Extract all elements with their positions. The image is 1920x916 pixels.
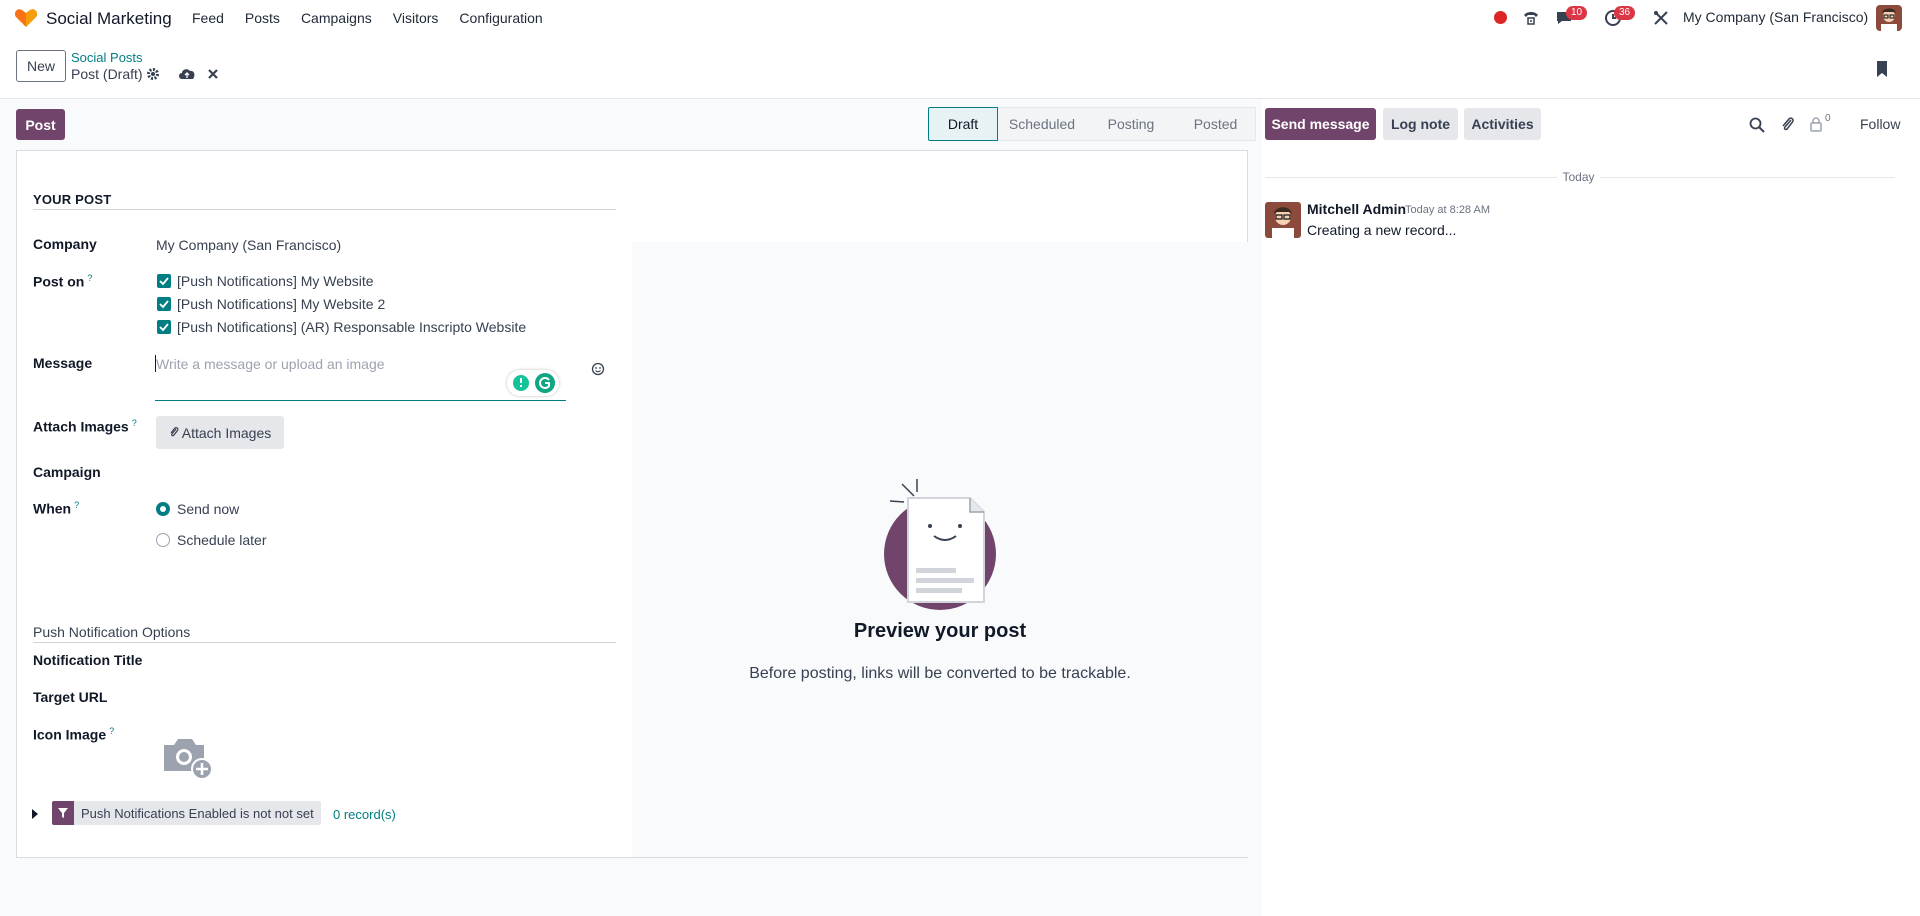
date-separator-line-left [1265, 177, 1557, 178]
attach-images-button[interactable]: Attach Images [156, 416, 284, 449]
radio-send-now-label: Send now [177, 501, 240, 517]
icon-image-label-text: Icon Image [33, 726, 107, 743]
account-checkbox-1[interactable] [157, 274, 171, 288]
main-menu: Feed Posts Campaigns Visitors Configurat… [192, 10, 564, 26]
post-button[interactable]: Post [16, 109, 65, 140]
attachment-paperclip-icon[interactable] [1780, 116, 1796, 132]
stage-scheduled[interactable]: Scheduled [998, 107, 1086, 141]
account-label-2: [Push Notifications] My Website 2 [177, 296, 386, 312]
recording-dot-icon[interactable] [1494, 11, 1507, 24]
message-author-avatar[interactable] [1265, 202, 1301, 238]
message-body: Creating a new record... [1307, 222, 1457, 238]
when-help-icon[interactable]: ? [74, 500, 79, 510]
account-label-3: [Push Notifications] (AR) Responsable In… [177, 319, 527, 335]
attach-images-label-text: Attach Images [33, 418, 129, 435]
paperclip-icon [169, 426, 179, 438]
date-separator: Today [1562, 170, 1595, 184]
status-bar: Draft Scheduled Posting Posted [928, 107, 1256, 141]
account-checkbox-3[interactable] [157, 320, 171, 334]
upload-camera-icon[interactable] [160, 733, 216, 779]
grammarly-widget[interactable] [507, 370, 559, 396]
follow-button[interactable]: Follow [1860, 116, 1900, 132]
push-notification-options-title: Push Notification Options [33, 624, 191, 640]
gear-icon[interactable] [146, 67, 160, 81]
post-on-help-icon[interactable]: ? [87, 273, 92, 283]
radio-send-now[interactable] [156, 502, 170, 516]
menu-posts[interactable]: Posts [245, 10, 280, 26]
followers-count: 0 [1825, 113, 1831, 124]
section-divider [33, 209, 616, 210]
search-icon[interactable] [1749, 117, 1765, 133]
domain-filter-facet[interactable]: Push Notifications Enabled is not not se… [52, 801, 321, 825]
filter-funnel-icon [52, 801, 74, 825]
discard-close-icon[interactable] [206, 67, 220, 81]
records-count-link[interactable]: 0 record(s) [333, 807, 396, 822]
user-avatar[interactable] [1876, 5, 1902, 31]
emoji-icon[interactable] [591, 362, 605, 376]
company-value[interactable]: My Company (San Francisco) [156, 237, 341, 253]
message-placeholder: Write a message or upload an image [156, 356, 385, 372]
when-label: When? [33, 500, 79, 517]
filter-text: Push Notifications Enabled is not not se… [81, 805, 314, 821]
post-on-label-text: Post on [33, 273, 85, 290]
caret-right-icon[interactable] [31, 809, 39, 819]
text-caret [155, 355, 156, 372]
stage-posting[interactable]: Posting [1086, 107, 1176, 141]
attach-images-button-label: Attach Images [181, 424, 272, 441]
debug-tools-icon[interactable] [1652, 9, 1670, 27]
message-label: Message [33, 355, 93, 371]
stage-draft[interactable]: Draft [928, 107, 998, 141]
new-button[interactable]: New [16, 50, 66, 82]
app-logo-icon[interactable] [14, 8, 38, 28]
target-url-label: Target URL [33, 689, 108, 705]
post-preview-illustration-icon [880, 474, 1004, 614]
followers-lock-icon[interactable] [1808, 116, 1824, 132]
section-your-post: YOUR POST [33, 192, 112, 207]
date-separator-line-right [1600, 177, 1895, 178]
attach-images-label: Attach Images? [33, 418, 137, 435]
preview-title: Preview your post [853, 620, 1027, 642]
icon-image-label: Icon Image? [33, 726, 114, 743]
messages-badge: 10 [1566, 6, 1588, 20]
message-author[interactable]: Mitchell Admin [1307, 201, 1406, 217]
when-label-text: When [33, 500, 72, 517]
company-switcher[interactable]: My Company (San Francisco) [1683, 9, 1868, 25]
menu-campaigns[interactable]: Campaigns [301, 10, 372, 26]
top-navbar: Social Marketing Feed Posts Campaigns Vi… [0, 0, 1920, 36]
menu-visitors[interactable]: Visitors [393, 10, 439, 26]
menu-feed[interactable]: Feed [192, 10, 224, 26]
stage-posted[interactable]: Posted [1176, 107, 1256, 141]
breadcrumb-current: Post (Draft) [71, 66, 143, 82]
app-name[interactable]: Social Marketing [46, 9, 172, 29]
icon-image-help-icon[interactable]: ? [109, 726, 114, 736]
notification-title-label: Notification Title [33, 652, 143, 668]
breadcrumb-social-posts[interactable]: Social Posts [71, 50, 143, 65]
account-label-1: [Push Notifications] My Website [177, 273, 374, 289]
send-message-button[interactable]: Send message [1265, 108, 1376, 140]
radio-schedule-later[interactable] [156, 533, 170, 547]
log-note-button[interactable]: Log note [1383, 108, 1458, 140]
menu-configuration[interactable]: Configuration [459, 10, 542, 26]
bookmark-icon[interactable] [1874, 60, 1890, 78]
campaign-label: Campaign [33, 464, 101, 480]
push-section-divider [33, 642, 616, 643]
attach-help-icon[interactable]: ? [132, 418, 137, 428]
message-date: Today at 8:28 AM [1405, 204, 1490, 216]
phone-icon[interactable] [1522, 9, 1540, 27]
radio-schedule-later-label: Schedule later [177, 532, 267, 548]
preview-subtitle: Before posting, links will be converted … [749, 665, 1131, 682]
activities-button[interactable]: Activities [1464, 108, 1541, 140]
company-label: Company [33, 236, 97, 252]
account-checkbox-2[interactable] [157, 297, 171, 311]
activities-badge: 36 [1614, 6, 1636, 20]
save-cloud-icon[interactable] [178, 67, 196, 81]
post-on-label: Post on? [33, 273, 92, 290]
